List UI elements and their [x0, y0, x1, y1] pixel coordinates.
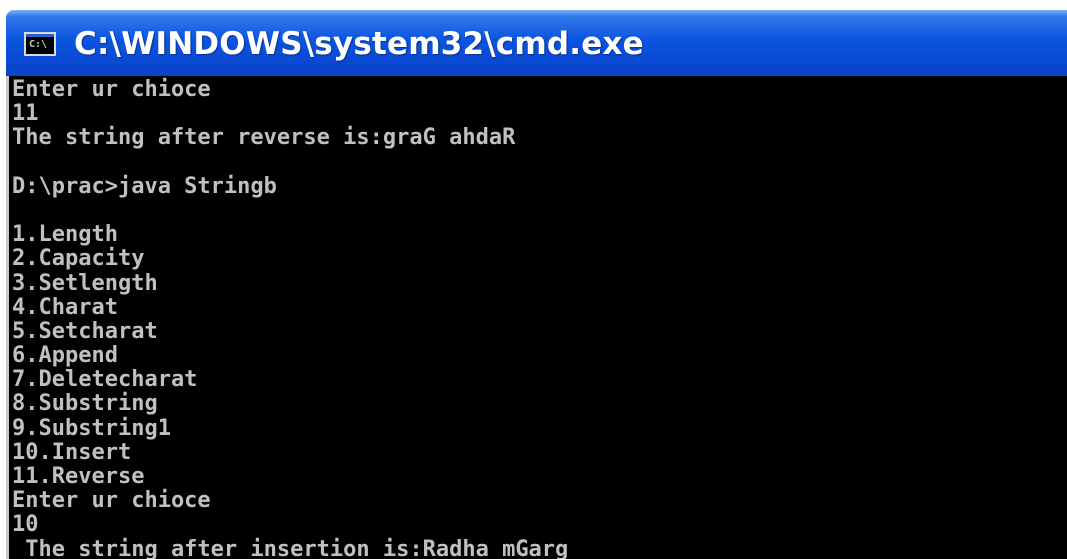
console-line: 4.Charat: [12, 294, 118, 320]
console-line: 11.Reverse: [12, 464, 145, 489]
console-app-icon[interactable]: C:\: [24, 32, 56, 56]
console-line: Enter ur chioce: [12, 488, 211, 514]
console-app-icon-label: C:\: [29, 39, 48, 50]
console-line: The string after insertion is:Radha mGar…: [12, 536, 569, 559]
console-line: Enter ur chioce: [12, 77, 211, 102]
title-bar-shine: [6, 10, 1067, 16]
console-line: 6.Append: [12, 343, 118, 369]
console-line: The string after reverse is:graG ahdaR: [12, 125, 516, 151]
console-line: 9.Substring1: [12, 415, 171, 441]
console-line: 3.Setlength: [12, 270, 158, 296]
console-line: 7.Deletecharat: [12, 367, 198, 393]
title-bar[interactable]: C:\ C:\WINDOWS\system32\cmd.exe: [6, 10, 1067, 76]
console-line: 8.Substring: [12, 391, 158, 417]
console-line: 2.Capacity: [12, 246, 145, 272]
cmd-window: C:\ C:\WINDOWS\system32\cmd.exe Enter ur…: [0, 0, 1067, 559]
window-title: C:\WINDOWS\system32\cmd.exe: [74, 26, 644, 62]
console-line: D:\prac>java Stringb: [12, 173, 277, 199]
console-text: Enter ur chioce 11 The string after revers…: [12, 77, 569, 559]
console-line: 1.Length: [12, 222, 118, 248]
console-line: 5.Setcharat: [12, 318, 158, 344]
console-line: 10: [12, 512, 39, 538]
console-line: 10.Insert: [12, 439, 132, 465]
console-output-area[interactable]: Enter ur chioce 11 The string after revers…: [6, 76, 1067, 559]
console-line: 11: [12, 101, 39, 127]
